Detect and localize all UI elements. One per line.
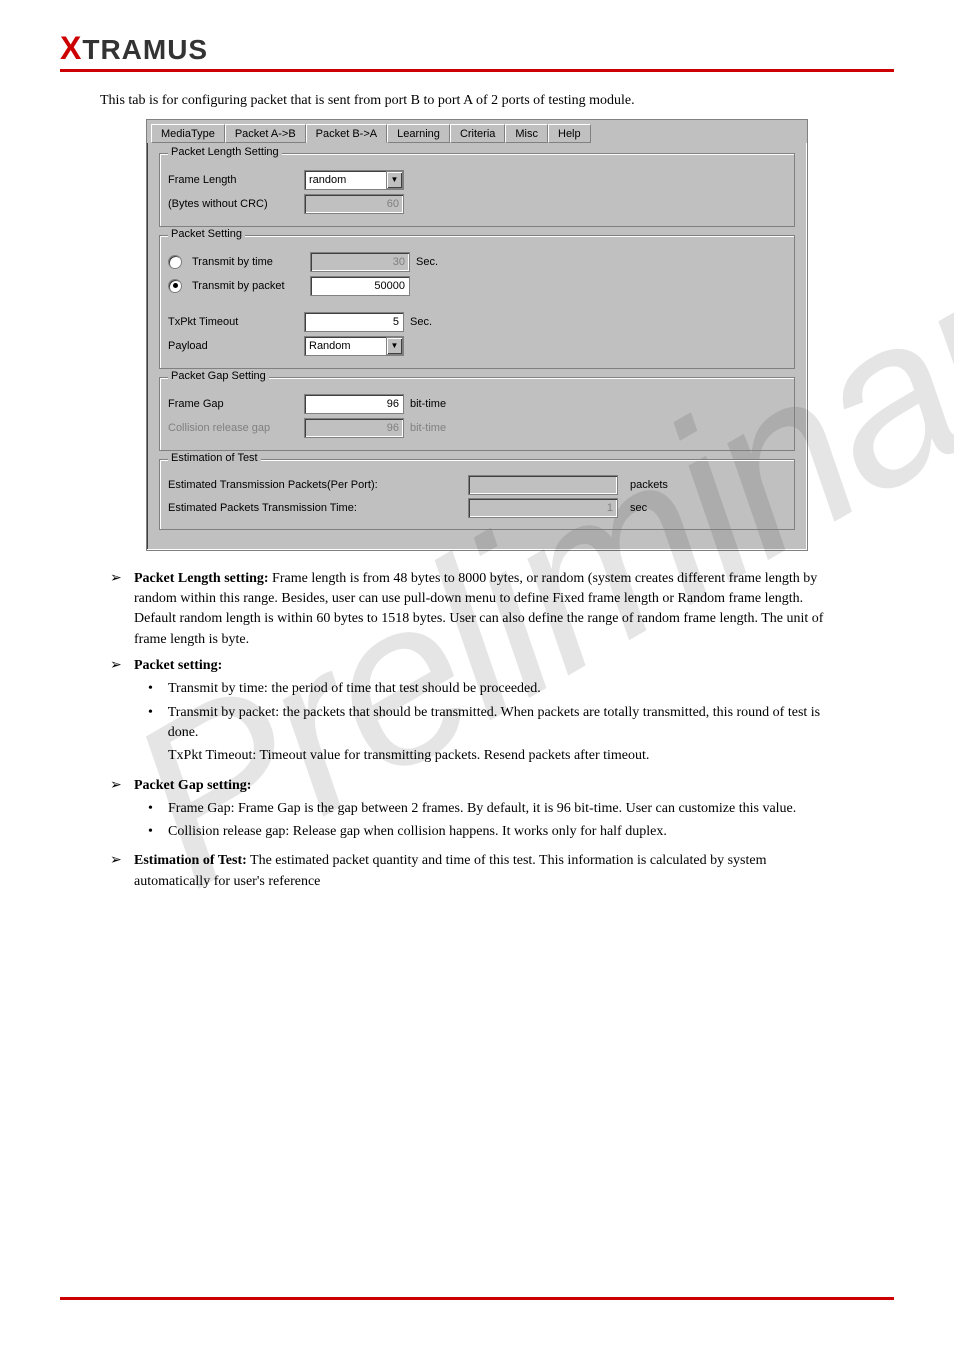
group-packet-gap-legend: Packet Gap Setting [168, 370, 269, 382]
tab-learning[interactable]: Learning [387, 124, 450, 143]
payload-label: Payload [168, 340, 298, 352]
est-time-label: Estimated Packets Transmission Time: [168, 502, 468, 514]
frame-gap-label: Frame Gap [168, 398, 298, 410]
txpkt-timeout-unit: Sec. [410, 316, 432, 328]
description-list: ➢ Packet Length setting: Frame length is… [110, 569, 844, 892]
collision-value: 96 [304, 418, 404, 438]
frame-length-combo[interactable]: random ▼ [304, 170, 404, 190]
group-estimation: Estimation of Test Estimated Transmissio… [159, 459, 795, 530]
payload-combo[interactable]: Random ▼ [304, 336, 404, 356]
logo: XTRAMUS [60, 30, 894, 67]
desc-item-3: ➢ Packet Gap setting: • Frame Gap: Frame… [110, 776, 844, 846]
txpkt-timeout-label: TxPkt Timeout [168, 316, 298, 328]
desc3-title: Packet Gap setting: [134, 778, 251, 793]
est-packets-unit: packets [630, 479, 668, 491]
arrow-bullet-icon: ➢ [110, 776, 134, 846]
desc2-title: Packet setting: [134, 658, 222, 673]
radio-transmit-packet[interactable] [168, 279, 182, 293]
group-packet-setting: Packet Setting Transmit by time 30 Sec. … [159, 235, 795, 369]
group-packet-gap: Packet Gap Setting Frame Gap 96 bit-time… [159, 377, 795, 451]
dot-bullet-icon: • [148, 679, 168, 699]
bytes-label: (Bytes without CRC) [168, 198, 298, 210]
dot-bullet-icon: • [148, 703, 168, 744]
desc-item-4: ➢ Estimation of Test: The estimated pack… [110, 851, 844, 892]
tab-mediatype[interactable]: MediaType [151, 124, 225, 143]
frame-gap-value[interactable]: 96 [304, 394, 404, 414]
est-packets-label: Estimated Transmission Packets(Per Port)… [168, 479, 468, 491]
transmit-time-value: 30 [310, 252, 410, 272]
tab-criteria[interactable]: Criteria [450, 124, 505, 143]
frame-length-label: Frame Length [168, 174, 298, 186]
group-packet-length-legend: Packet Length Setting [168, 146, 282, 158]
group-packet-length: Packet Length Setting Frame Length rando… [159, 153, 795, 227]
chevron-down-icon: ▼ [386, 337, 403, 355]
arrow-bullet-icon: ➢ [110, 851, 134, 892]
settings-dialog: MediaType Packet A->B Packet B->A Learni… [146, 119, 808, 551]
collision-label: Collision release gap [168, 422, 298, 434]
tab-packet-ba[interactable]: Packet B->A [306, 124, 387, 143]
desc1-title: Packet Length setting: [134, 571, 269, 586]
group-packet-setting-legend: Packet Setting [168, 228, 245, 240]
transmit-time-unit: Sec. [416, 256, 438, 268]
desc-item-1: ➢ Packet Length setting: Frame length is… [110, 569, 844, 650]
est-packets-value [468, 475, 618, 495]
tab-bar: MediaType Packet A->B Packet B->A Learni… [147, 120, 807, 143]
frame-gap-unit: bit-time [410, 398, 446, 410]
est-time-unit: sec [630, 502, 647, 514]
desc2-sub2: Transmit by packet: the packets that sho… [168, 703, 844, 744]
divider-top [60, 69, 894, 72]
arrow-bullet-icon: ➢ [110, 569, 134, 650]
logo-text: TRAMUS [82, 34, 208, 65]
collision-unit: bit-time [410, 422, 446, 434]
tab-misc[interactable]: Misc [505, 124, 548, 143]
desc2-sub3: TxPkt Timeout: Timeout value for transmi… [168, 746, 649, 766]
intro-paragraph: This tab is for configuring packet that … [100, 92, 854, 111]
desc3-sub1: Frame Gap: Frame Gap is the gap between … [168, 799, 796, 819]
desc4-title: Estimation of Test: [134, 853, 247, 868]
divider-bottom [60, 1297, 894, 1300]
est-time-value: 1 [468, 498, 618, 518]
transmit-time-label: Transmit by time [192, 256, 304, 268]
logo-x: X [60, 30, 82, 66]
transmit-packet-value[interactable]: 50000 [310, 276, 410, 296]
tab-help[interactable]: Help [548, 124, 591, 143]
bytes-value: 60 [304, 194, 404, 214]
arrow-bullet-icon: ➢ [110, 656, 134, 769]
tab-packet-ab[interactable]: Packet A->B [225, 124, 306, 143]
radio-transmit-time[interactable] [168, 255, 182, 269]
desc2-sub1: Transmit by time: the period of time tha… [168, 679, 541, 699]
dot-bullet-icon: • [148, 822, 168, 842]
transmit-packet-label: Transmit by packet [192, 280, 304, 292]
desc-item-2: ➢ Packet setting: • Transmit by time: th… [110, 656, 844, 769]
txpkt-timeout-value[interactable]: 5 [304, 312, 404, 332]
dot-bullet-icon: • [148, 799, 168, 819]
desc3-sub2: Collision release gap: Release gap when … [168, 822, 667, 842]
group-estimation-legend: Estimation of Test [168, 452, 261, 464]
chevron-down-icon: ▼ [386, 171, 403, 189]
